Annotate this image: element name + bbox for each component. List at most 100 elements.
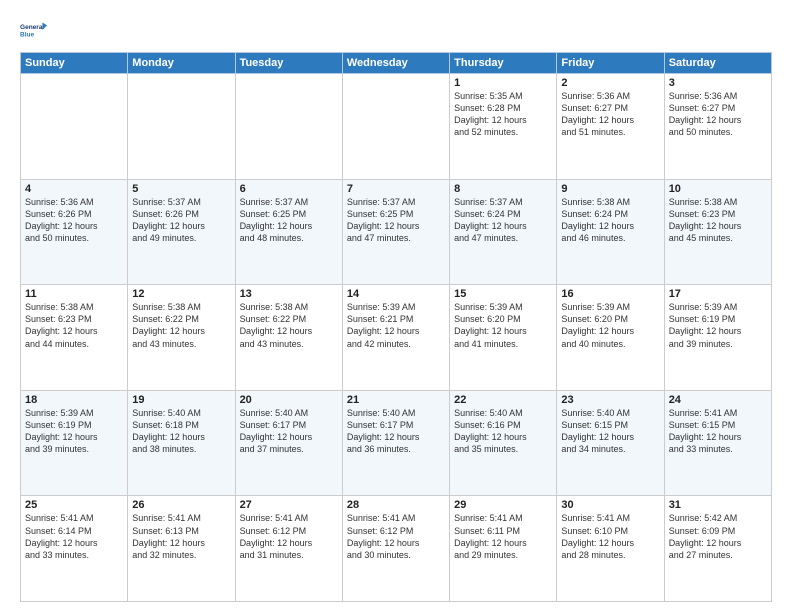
day-info: Sunrise: 5:39 AM Sunset: 6:19 PM Dayligh… <box>25 407 123 456</box>
calendar-cell: 8Sunrise: 5:37 AM Sunset: 6:24 PM Daylig… <box>450 179 557 285</box>
day-info: Sunrise: 5:37 AM Sunset: 6:26 PM Dayligh… <box>132 196 230 245</box>
day-number: 16 <box>561 288 659 300</box>
day-number: 28 <box>347 499 445 511</box>
day-number: 12 <box>132 288 230 300</box>
calendar-cell: 31Sunrise: 5:42 AM Sunset: 6:09 PM Dayli… <box>664 496 771 602</box>
day-info: Sunrise: 5:41 AM Sunset: 6:10 PM Dayligh… <box>561 512 659 561</box>
calendar-cell: 4Sunrise: 5:36 AM Sunset: 6:26 PM Daylig… <box>21 179 128 285</box>
svg-text:General: General <box>20 24 44 31</box>
day-number: 27 <box>240 499 338 511</box>
weekday-header: Thursday <box>450 53 557 74</box>
day-info: Sunrise: 5:40 AM Sunset: 6:17 PM Dayligh… <box>347 407 445 456</box>
calendar-cell: 10Sunrise: 5:38 AM Sunset: 6:23 PM Dayli… <box>664 179 771 285</box>
day-info: Sunrise: 5:37 AM Sunset: 6:25 PM Dayligh… <box>347 196 445 245</box>
day-number: 7 <box>347 183 445 195</box>
logo: GeneralBlue <box>20 16 48 44</box>
day-info: Sunrise: 5:38 AM Sunset: 6:23 PM Dayligh… <box>25 301 123 350</box>
calendar-cell: 16Sunrise: 5:39 AM Sunset: 6:20 PM Dayli… <box>557 285 664 391</box>
day-info: Sunrise: 5:41 AM Sunset: 6:12 PM Dayligh… <box>347 512 445 561</box>
day-info: Sunrise: 5:37 AM Sunset: 6:24 PM Dayligh… <box>454 196 552 245</box>
calendar-cell: 2Sunrise: 5:36 AM Sunset: 6:27 PM Daylig… <box>557 74 664 180</box>
weekday-header-row: SundayMondayTuesdayWednesdayThursdayFrid… <box>21 53 772 74</box>
day-info: Sunrise: 5:42 AM Sunset: 6:09 PM Dayligh… <box>669 512 767 561</box>
day-number: 14 <box>347 288 445 300</box>
day-info: Sunrise: 5:40 AM Sunset: 6:16 PM Dayligh… <box>454 407 552 456</box>
calendar-cell: 28Sunrise: 5:41 AM Sunset: 6:12 PM Dayli… <box>342 496 449 602</box>
calendar-cell <box>21 74 128 180</box>
day-number: 29 <box>454 499 552 511</box>
day-info: Sunrise: 5:36 AM Sunset: 6:27 PM Dayligh… <box>561 90 659 139</box>
day-number: 24 <box>669 394 767 406</box>
page: GeneralBlue SundayMondayTuesdayWednesday… <box>0 0 792 612</box>
day-info: Sunrise: 5:41 AM Sunset: 6:15 PM Dayligh… <box>669 407 767 456</box>
calendar-cell: 3Sunrise: 5:36 AM Sunset: 6:27 PM Daylig… <box>664 74 771 180</box>
day-number: 22 <box>454 394 552 406</box>
logo-icon: GeneralBlue <box>20 16 48 44</box>
calendar-cell: 29Sunrise: 5:41 AM Sunset: 6:11 PM Dayli… <box>450 496 557 602</box>
calendar-cell: 14Sunrise: 5:39 AM Sunset: 6:21 PM Dayli… <box>342 285 449 391</box>
day-info: Sunrise: 5:41 AM Sunset: 6:12 PM Dayligh… <box>240 512 338 561</box>
day-number: 5 <box>132 183 230 195</box>
day-number: 19 <box>132 394 230 406</box>
day-info: Sunrise: 5:35 AM Sunset: 6:28 PM Dayligh… <box>454 90 552 139</box>
calendar-cell: 25Sunrise: 5:41 AM Sunset: 6:14 PM Dayli… <box>21 496 128 602</box>
day-info: Sunrise: 5:36 AM Sunset: 6:26 PM Dayligh… <box>25 196 123 245</box>
weekday-header: Saturday <box>664 53 771 74</box>
calendar-cell: 12Sunrise: 5:38 AM Sunset: 6:22 PM Dayli… <box>128 285 235 391</box>
day-number: 10 <box>669 183 767 195</box>
day-number: 11 <box>25 288 123 300</box>
weekday-header: Friday <box>557 53 664 74</box>
day-number: 18 <box>25 394 123 406</box>
day-number: 15 <box>454 288 552 300</box>
calendar-cell: 21Sunrise: 5:40 AM Sunset: 6:17 PM Dayli… <box>342 390 449 496</box>
calendar-cell: 7Sunrise: 5:37 AM Sunset: 6:25 PM Daylig… <box>342 179 449 285</box>
calendar-cell: 9Sunrise: 5:38 AM Sunset: 6:24 PM Daylig… <box>557 179 664 285</box>
weekday-header: Sunday <box>21 53 128 74</box>
calendar-cell: 18Sunrise: 5:39 AM Sunset: 6:19 PM Dayli… <box>21 390 128 496</box>
day-number: 13 <box>240 288 338 300</box>
svg-text:Blue: Blue <box>20 32 34 39</box>
day-info: Sunrise: 5:41 AM Sunset: 6:13 PM Dayligh… <box>132 512 230 561</box>
calendar-week-row: 4Sunrise: 5:36 AM Sunset: 6:26 PM Daylig… <box>21 179 772 285</box>
calendar-cell: 22Sunrise: 5:40 AM Sunset: 6:16 PM Dayli… <box>450 390 557 496</box>
calendar-cell: 17Sunrise: 5:39 AM Sunset: 6:19 PM Dayli… <box>664 285 771 391</box>
day-number: 9 <box>561 183 659 195</box>
day-info: Sunrise: 5:39 AM Sunset: 6:20 PM Dayligh… <box>454 301 552 350</box>
day-number: 25 <box>25 499 123 511</box>
calendar-cell: 24Sunrise: 5:41 AM Sunset: 6:15 PM Dayli… <box>664 390 771 496</box>
day-number: 2 <box>561 77 659 89</box>
day-number: 17 <box>669 288 767 300</box>
day-info: Sunrise: 5:39 AM Sunset: 6:20 PM Dayligh… <box>561 301 659 350</box>
calendar-cell <box>342 74 449 180</box>
weekday-header: Monday <box>128 53 235 74</box>
calendar-cell: 6Sunrise: 5:37 AM Sunset: 6:25 PM Daylig… <box>235 179 342 285</box>
day-number: 30 <box>561 499 659 511</box>
day-info: Sunrise: 5:41 AM Sunset: 6:11 PM Dayligh… <box>454 512 552 561</box>
header: GeneralBlue <box>20 16 772 44</box>
calendar-cell: 19Sunrise: 5:40 AM Sunset: 6:18 PM Dayli… <box>128 390 235 496</box>
day-info: Sunrise: 5:39 AM Sunset: 6:21 PM Dayligh… <box>347 301 445 350</box>
calendar-cell: 27Sunrise: 5:41 AM Sunset: 6:12 PM Dayli… <box>235 496 342 602</box>
day-number: 8 <box>454 183 552 195</box>
day-info: Sunrise: 5:41 AM Sunset: 6:14 PM Dayligh… <box>25 512 123 561</box>
day-info: Sunrise: 5:40 AM Sunset: 6:17 PM Dayligh… <box>240 407 338 456</box>
day-number: 3 <box>669 77 767 89</box>
day-number: 23 <box>561 394 659 406</box>
calendar-cell: 13Sunrise: 5:38 AM Sunset: 6:22 PM Dayli… <box>235 285 342 391</box>
day-info: Sunrise: 5:38 AM Sunset: 6:22 PM Dayligh… <box>132 301 230 350</box>
weekday-header: Tuesday <box>235 53 342 74</box>
day-number: 4 <box>25 183 123 195</box>
calendar-table: SundayMondayTuesdayWednesdayThursdayFrid… <box>20 52 772 602</box>
calendar-week-row: 18Sunrise: 5:39 AM Sunset: 6:19 PM Dayli… <box>21 390 772 496</box>
day-info: Sunrise: 5:38 AM Sunset: 6:22 PM Dayligh… <box>240 301 338 350</box>
day-info: Sunrise: 5:36 AM Sunset: 6:27 PM Dayligh… <box>669 90 767 139</box>
calendar-week-row: 11Sunrise: 5:38 AM Sunset: 6:23 PM Dayli… <box>21 285 772 391</box>
day-number: 1 <box>454 77 552 89</box>
calendar-cell: 30Sunrise: 5:41 AM Sunset: 6:10 PM Dayli… <box>557 496 664 602</box>
calendar-week-row: 1Sunrise: 5:35 AM Sunset: 6:28 PM Daylig… <box>21 74 772 180</box>
day-info: Sunrise: 5:40 AM Sunset: 6:18 PM Dayligh… <box>132 407 230 456</box>
day-info: Sunrise: 5:38 AM Sunset: 6:24 PM Dayligh… <box>561 196 659 245</box>
calendar-cell: 20Sunrise: 5:40 AM Sunset: 6:17 PM Dayli… <box>235 390 342 496</box>
day-number: 21 <box>347 394 445 406</box>
weekday-header: Wednesday <box>342 53 449 74</box>
